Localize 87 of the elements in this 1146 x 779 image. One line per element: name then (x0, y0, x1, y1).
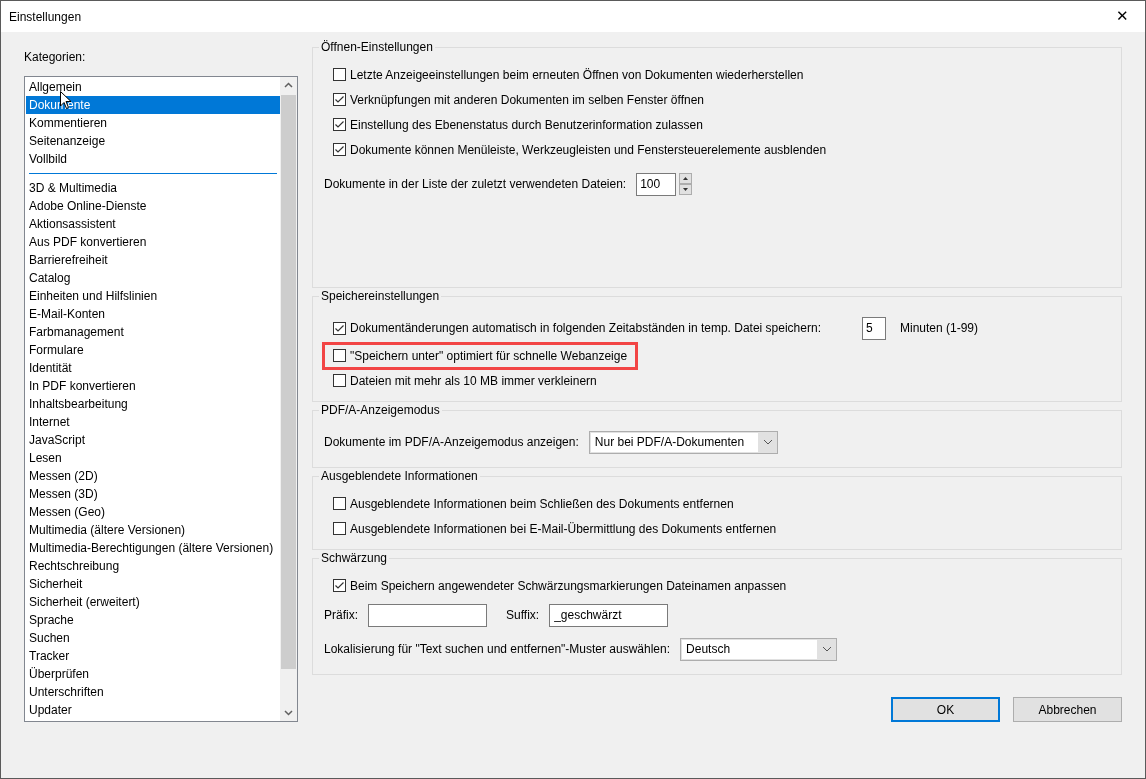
category-item[interactable]: Kommentieren (26, 114, 280, 132)
field-label: Lokalisierung für "Text suchen und entfernen"-Muster auswählen: (324, 641, 671, 658)
checkbox-label: Einstellung des Ebenenstatus durch Benutzerinformation zulassen (350, 116, 703, 134)
checkbox[interactable] (333, 143, 346, 156)
category-item[interactable]: Aus PDF konvertieren (26, 233, 280, 251)
scroll-up-icon[interactable] (284, 82, 293, 88)
group-title: Schwärzung (319, 550, 390, 566)
checkbox-label: Ausgeblendete Informationen bei E-Mail-Übermittlung des Dokuments entfernen (350, 520, 777, 538)
close-button[interactable]: ✕ (1099, 1, 1145, 32)
field-label: Präfix: (324, 607, 358, 624)
category-item[interactable]: Allgemein (26, 78, 280, 96)
checkbox[interactable] (333, 93, 346, 106)
group-title: PDF/A-Anzeigemodus (319, 402, 442, 418)
category-item[interactable]: Identität (26, 359, 280, 377)
dialog-button[interactable]: Abbrechen (1013, 697, 1122, 722)
category-item[interactable]: Rechtschreibung (26, 557, 280, 575)
group-title: Speichereinstellungen (319, 288, 442, 304)
dropdown[interactable]: Deutsch (680, 637, 838, 661)
scrollbar-thumb[interactable] (281, 95, 296, 669)
category-item[interactable]: Messen (2D) (26, 467, 280, 485)
field-label: Dokumente im PDF/A-Anzeigemodus anzeigen: (324, 434, 579, 451)
category-item[interactable]: Aktionsassistent (26, 215, 280, 233)
checkbox-label: "Speichern unter" optimiert für schnelle Webanzeige (350, 347, 628, 365)
unit-label: Minuten (1-99) (899, 320, 978, 337)
category-item[interactable]: Internet (26, 413, 280, 431)
chevron-down-icon (822, 646, 833, 652)
checkbox-label: Dokumente können Menüleiste, Werkzeugleisten und Fenstersteuerelemente ausblenden (350, 141, 827, 159)
category-item[interactable]: Catalog (26, 269, 280, 287)
category-item[interactable]: Einheiten und Hilfslinien (26, 287, 280, 305)
category-item[interactable]: Formulare (26, 341, 280, 359)
dropdown-value: Nur bei PDF/A-Dokumenten (590, 432, 758, 452)
category-item[interactable]: Multimedia (ältere Versionen) (26, 521, 280, 539)
field-label: Dokumente in der Liste der zuletzt verwendeten Dateien: (324, 176, 627, 193)
category-item[interactable]: Updater (26, 701, 280, 719)
checkbox-label: Verknüpfungen mit anderen Dokumenten im selben Fenster öffnen (350, 91, 704, 109)
group-title: Öffnen-Einstellungen (319, 39, 435, 55)
number-field[interactable]: 100 (636, 172, 677, 196)
category-item[interactable]: In PDF konvertieren (26, 377, 280, 395)
category-item[interactable]: JavaScript (26, 431, 280, 449)
checkbox[interactable] (333, 321, 346, 335)
category-item[interactable]: Sicherheit (erweitert) (26, 593, 280, 611)
dropdown[interactable]: Nur bei PDF/A-Dokumenten (588, 430, 778, 454)
number-field[interactable]: 5 (861, 316, 886, 340)
category-item[interactable]: 3D & Multimedia (26, 179, 280, 197)
category-item[interactable]: E-Mail-Konten (26, 305, 280, 323)
category-item[interactable]: Suchen (26, 629, 280, 647)
category-item[interactable]: Überprüfen (26, 665, 280, 683)
spin-down-icon[interactable] (679, 184, 693, 195)
group-title: Ausgeblendete Informationen (319, 468, 480, 484)
checkbox[interactable] (333, 497, 346, 510)
chevron-down-icon (762, 439, 773, 445)
dialog-button[interactable]: OK (891, 697, 1000, 722)
category-item[interactable]: Lesen (26, 449, 280, 467)
dropdown-value: Deutsch (682, 639, 818, 659)
checkbox-label: Dateien mit mehr als 10 MB immer verkleinern (350, 372, 597, 390)
field-label: Suffix: (506, 607, 540, 624)
category-item[interactable]: Multimedia-Berechtigungen (ältere Versionen) (26, 539, 280, 557)
category-item[interactable]: Tracker (26, 647, 280, 665)
checkbox[interactable] (333, 579, 346, 592)
checkbox-label: Beim Speichern angewendeter Schwärzungsmarkierungen Dateinamen anpassen (350, 577, 787, 595)
category-item[interactable]: Barrierefreiheit (26, 251, 280, 269)
scrollbar[interactable] (280, 77, 297, 721)
checkbox-label: Dokumentänderungen automatisch in folgenden Zeitabständen in temp. Datei speichern: (350, 320, 821, 337)
category-item[interactable]: Sprache (26, 611, 280, 629)
spinner-buttons[interactable] (679, 173, 693, 195)
checkbox[interactable] (333, 374, 346, 387)
category-item[interactable]: Seitenanzeige (26, 132, 280, 150)
text-field[interactable]: _geschwärzt (549, 603, 669, 627)
category-item[interactable]: Messen (3D) (26, 485, 280, 503)
window-title: Einstellungen (9, 8, 82, 26)
checkbox-label: Letzte Anzeigeeinstellungen beim erneuten Öffnen von Dokumenten wiederherstellen (350, 66, 804, 84)
checkbox-label: Ausgeblendete Informationen beim Schließen des Dokuments entfernen (350, 495, 734, 513)
category-item[interactable]: Vollbild (26, 150, 280, 168)
category-item[interactable]: Unterschriften (26, 683, 280, 701)
category-item[interactable]: Sicherheit (26, 575, 280, 593)
categories-label: Kategorien: (24, 49, 87, 66)
category-item[interactable]: Inhaltsbearbeitung (26, 395, 280, 413)
checkbox[interactable] (333, 349, 346, 362)
checkbox[interactable] (333, 118, 346, 131)
category-item[interactable]: Messen (Geo) (26, 503, 280, 521)
category-item[interactable]: Adobe Online-Dienste (26, 197, 280, 215)
category-item[interactable]: Farbmanagement (26, 323, 280, 341)
text-field[interactable] (368, 603, 487, 627)
checkbox[interactable] (333, 522, 346, 535)
spin-up-icon[interactable] (679, 173, 693, 184)
scroll-down-icon[interactable] (284, 710, 293, 716)
checkbox[interactable] (333, 68, 346, 81)
